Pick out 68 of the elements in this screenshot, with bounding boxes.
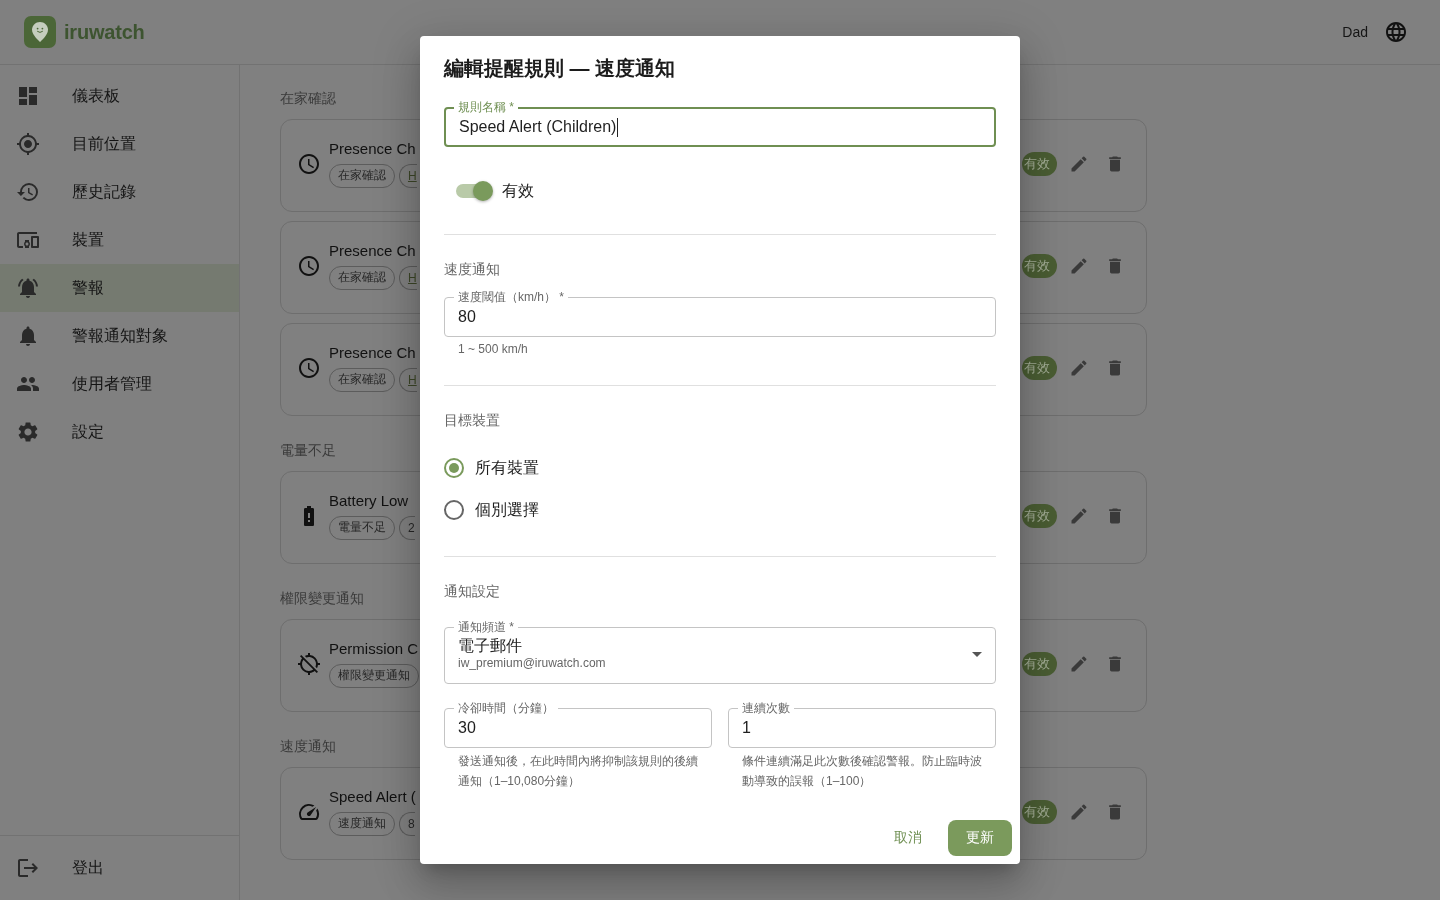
section-title: 電量不足: [280, 441, 336, 459]
edit-icon[interactable]: [1069, 801, 1089, 822]
field-label: 規則名稱 *: [454, 100, 518, 114]
section-title: 速度通知: [280, 737, 336, 755]
rule-name: Battery Low: [329, 491, 409, 510]
field-label: 連續次數: [738, 701, 794, 715]
caret-icon: [972, 652, 982, 657]
section-title: 速度通知: [444, 260, 500, 279]
helper-text: 發送通知後，在此時間內將抑制該規則的後續通知（1–10,080分鐘）: [457, 753, 699, 790]
radio-option[interactable]: 個別選擇: [444, 489, 539, 531]
dashboard-icon: [16, 84, 40, 108]
sidebar-item[interactable]: 使用者管理: [0, 360, 239, 408]
location-target-icon: [16, 132, 40, 156]
edit-icon[interactable]: [1069, 357, 1089, 378]
section-title: 通知設定: [444, 582, 500, 601]
history-icon: [16, 180, 40, 204]
clock-icon: [297, 151, 321, 176]
clock-icon: [297, 253, 321, 278]
sidebar-item[interactable]: 警報通知對象: [0, 312, 239, 360]
sidebar-item[interactable]: 歷史記錄: [0, 168, 239, 216]
status-chip: 有效: [1022, 799, 1057, 824]
helper-text: 條件連續滿足此次數後確認警報。防止臨時波動導致的誤報（1–100）: [741, 753, 983, 790]
radio-option[interactable]: 所有裝置: [444, 447, 539, 489]
edit-icon[interactable]: [1069, 505, 1089, 526]
section-title: 目標裝置: [444, 411, 500, 430]
field-label: 通知頻道 *: [454, 620, 518, 634]
cancel-button[interactable]: 取消: [876, 820, 940, 856]
toggle-switch[interactable]: [456, 181, 493, 201]
rule-name: Presence Ch: [329, 139, 416, 158]
field-label: 冷卻時間（分鐘）: [454, 701, 558, 715]
crossed-target-icon: [297, 651, 321, 676]
rule-name: Speed Alert (: [329, 787, 416, 806]
section-title: 在家確認: [280, 89, 336, 107]
ringing-bell-icon: [16, 276, 40, 300]
sidebar-item[interactable]: 警報: [0, 264, 239, 312]
rule-name: Presence Ch: [329, 343, 416, 362]
settings-icon: [16, 420, 40, 444]
status-chip: 有效: [1022, 651, 1057, 676]
sidebar-item[interactable]: 裝置: [0, 216, 239, 264]
sidebar-item[interactable]: 設定: [0, 408, 239, 456]
field-label: 速度閾值（km/h） *: [454, 290, 568, 304]
update-button[interactable]: 更新: [948, 820, 1012, 856]
section-title: 權限變更通知: [280, 589, 364, 607]
status-chip: 有效: [1022, 355, 1057, 380]
edit-icon[interactable]: [1069, 653, 1089, 674]
logout-icon: [16, 856, 40, 880]
switch-label: 有效: [502, 180, 534, 201]
sidebar-item[interactable]: 目前位置: [0, 120, 239, 168]
status-chip: 有效: [1022, 503, 1057, 528]
brand-name: iruwatch: [64, 20, 145, 44]
logo-icon: [24, 16, 56, 48]
radio-icon[interactable]: [444, 458, 464, 478]
email-address: iw_premium@iruwatch.com: [458, 655, 606, 672]
text-cursor-icon: [617, 117, 619, 137]
edit-icon[interactable]: [1069, 153, 1089, 174]
user-name: Dad: [1342, 24, 1368, 40]
rule-name: Presence Ch: [329, 241, 416, 260]
sidebar-item[interactable]: 儀表板: [0, 72, 239, 120]
clock-icon: [297, 355, 321, 380]
dialog-title: 編輯提醒規則 — 速度通知: [442, 56, 677, 81]
edit-icon[interactable]: [1069, 255, 1089, 276]
status-chip: 有效: [1022, 253, 1057, 278]
status-chip: 有效: [1022, 151, 1057, 176]
language-icon[interactable]: [1384, 20, 1408, 44]
radio-icon[interactable]: [444, 500, 464, 520]
helper-text: 1 ~ 500 km/h: [457, 341, 529, 357]
rule-name: Permission C: [329, 639, 419, 658]
sidebar-item[interactable]: 登出: [0, 844, 239, 892]
